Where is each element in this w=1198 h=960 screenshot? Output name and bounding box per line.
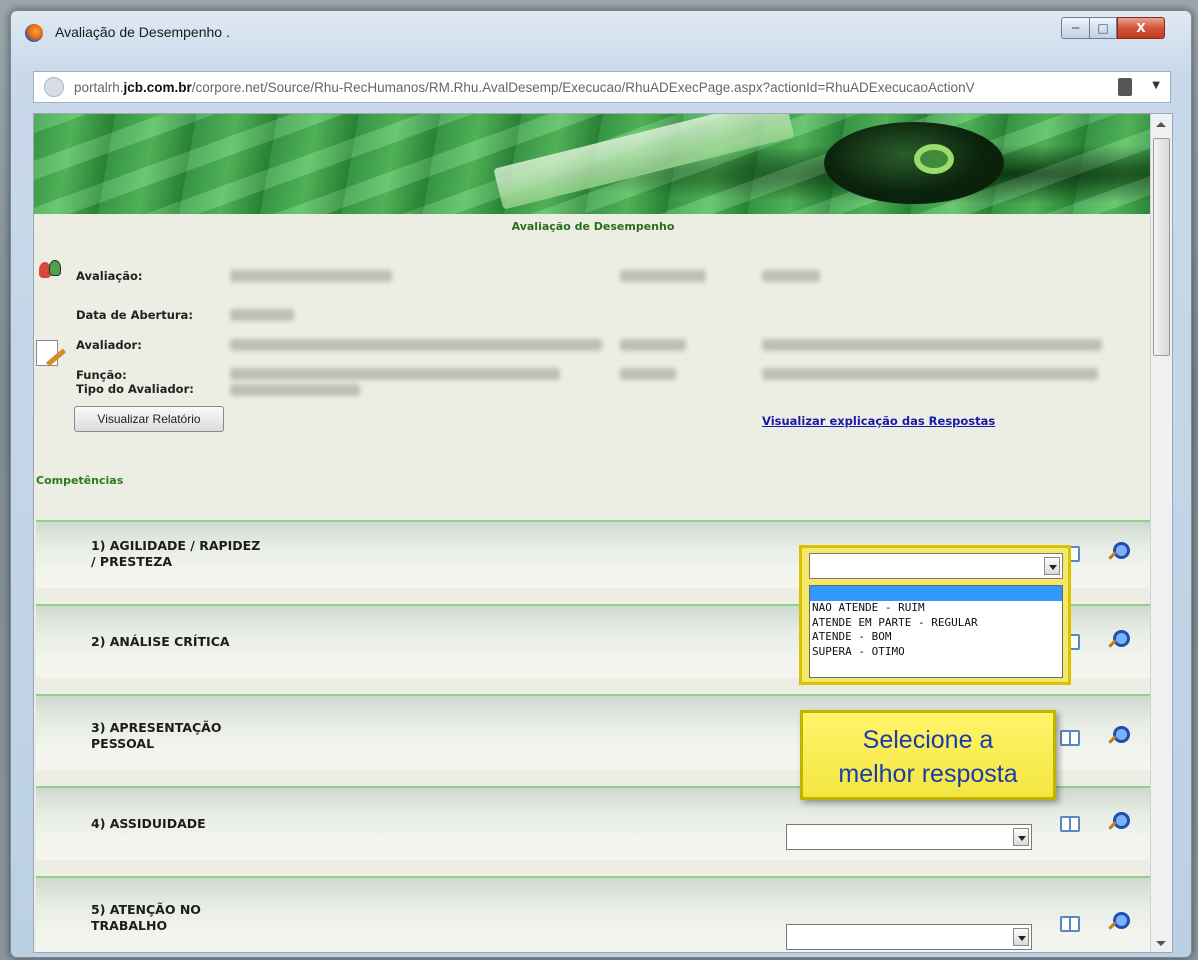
answer-select[interactable] [786,824,1032,850]
answer-select-open[interactable] [809,553,1063,579]
header-banner [34,114,1152,214]
redacted-value [230,368,560,380]
url-host-domain: jcb.com.br [123,79,192,95]
redacted-value [620,270,706,282]
magnifier-icon[interactable] [1108,630,1130,648]
book-icon[interactable] [1060,816,1080,832]
redacted-value [762,339,1102,351]
book-icon[interactable] [1060,730,1080,746]
competency-label: 4) ASSIDUIDADE [91,816,206,832]
label-data-abertura: Data de Abertura: [76,308,193,322]
explain-answers-link[interactable]: Visualizar explicação das Respostas [762,414,995,428]
maximize-button[interactable]: □ [1089,17,1117,39]
magnifier-icon[interactable] [1108,912,1130,930]
site-identity-icon[interactable] [44,77,64,97]
book-icon[interactable] [1060,916,1080,932]
chevron-down-icon[interactable] [1013,828,1029,846]
label-tipo-avaliador: Tipo do Avaliador: [76,382,194,396]
answer-select[interactable] [786,924,1032,950]
redacted-value [230,270,392,282]
url-dropdown-icon[interactable]: ▼ [1152,80,1160,91]
magnifier-icon[interactable] [1108,812,1130,830]
redacted-value [620,368,676,380]
competency-label-line2: / PRESTEZA [91,554,173,569]
competency-label-line2: PESSOAL [91,736,155,751]
page-icon[interactable] [1118,78,1132,96]
dropdown-options-list[interactable]: NAO ATENDE - RUIM ATENDE EM PARTE - REGU… [809,585,1063,678]
url-path: /corpore.net/Source/Rhu-RecHumanos/RM.Rh… [191,79,975,95]
chevron-down-icon[interactable] [1044,557,1060,575]
scroll-up-icon[interactable] [1156,122,1166,127]
magnifier-icon[interactable] [1108,542,1130,560]
redacted-value [230,384,360,396]
edit-document-icon [36,340,58,366]
users-icon [39,260,63,280]
dropdown-option[interactable]: SUPERA - OTIMO [810,645,1062,660]
scroll-down-icon[interactable] [1156,941,1166,946]
redacted-value [762,368,1098,380]
highlighted-dropdown: NAO ATENDE - RUIM ATENDE EM PARTE - REGU… [799,545,1071,685]
url-bar[interactable]: portalrh.jcb.com.br/corpore.net/Source/R… [33,71,1171,103]
redacted-value [762,270,820,282]
dropdown-option[interactable]: ATENDE EM PARTE - REGULAR [810,616,1062,631]
section-title: Competências [36,474,124,487]
competency-label-line1: 1) AGILIDADE / RAPIDEZ [91,538,261,553]
window-title: Avaliação de Desempenho . [55,24,230,40]
dropdown-option[interactable] [810,586,1062,601]
redacted-value [230,309,294,321]
competency-label-line1: 3) APRESENTAÇÃO [91,720,222,735]
chevron-down-icon[interactable] [1013,928,1029,946]
dropdown-option[interactable]: NAO ATENDE - RUIM [810,601,1062,616]
magnifier-icon[interactable] [1108,726,1130,744]
close-button[interactable]: X [1117,17,1165,39]
answer-select-body[interactable] [810,554,1062,578]
dropdown-option[interactable]: ATENDE - BOM [810,630,1062,645]
callout-line2: melhor resposta [838,760,1018,788]
competency-label: 3) APRESENTAÇÃO PESSOAL [91,720,221,752]
redacted-value [620,339,686,351]
page-content: Avaliação de Desempenho Avaliação: Data … [33,113,1173,953]
browser-popup-window: Avaliação de Desempenho . ─ □ X portalrh… [10,10,1192,958]
view-report-button[interactable]: Visualizar Relatório [74,406,224,432]
competency-label-line1: 5) ATENÇÃO NO [91,902,201,917]
callout-line1: Selecione a [862,726,994,754]
vertical-scrollbar[interactable] [1150,114,1172,952]
competency-label-line1: 2) ANÁLISE CRÍTICA [91,634,230,649]
minimize-button[interactable]: ─ [1061,17,1089,39]
label-funcao: Função: [76,368,127,382]
page-title: Avaliação de Desempenho [511,220,675,233]
competency-label-line2: TRABALHO [91,918,168,933]
competency-label: 2) ANÁLISE CRÍTICA [91,634,230,650]
competency-label: 1) AGILIDADE / RAPIDEZ / PRESTEZA [91,538,260,570]
url-text[interactable]: portalrh.jcb.com.br/corpore.net/Source/R… [74,80,1094,95]
competency-label: 5) ATENÇÃO NO TRABALHO [91,902,201,934]
instruction-callout: Selecione a melhor resposta [800,710,1056,800]
url-host-prefix: portalrh. [74,79,124,95]
label-avaliador: Avaliador: [76,338,142,352]
competency-row: 5) ATENÇÃO NO TRABALHO [36,876,1152,952]
redacted-value [230,339,602,351]
competency-label-line1: 4) ASSIDUIDADE [91,816,206,831]
banner-mouse-wheel [914,144,954,174]
label-avaliacao: Avaliação: [76,269,143,283]
scrollbar-thumb[interactable] [1153,138,1170,356]
firefox-icon [25,24,43,42]
title-bar[interactable]: Avaliação de Desempenho . ─ □ X [11,11,1191,57]
